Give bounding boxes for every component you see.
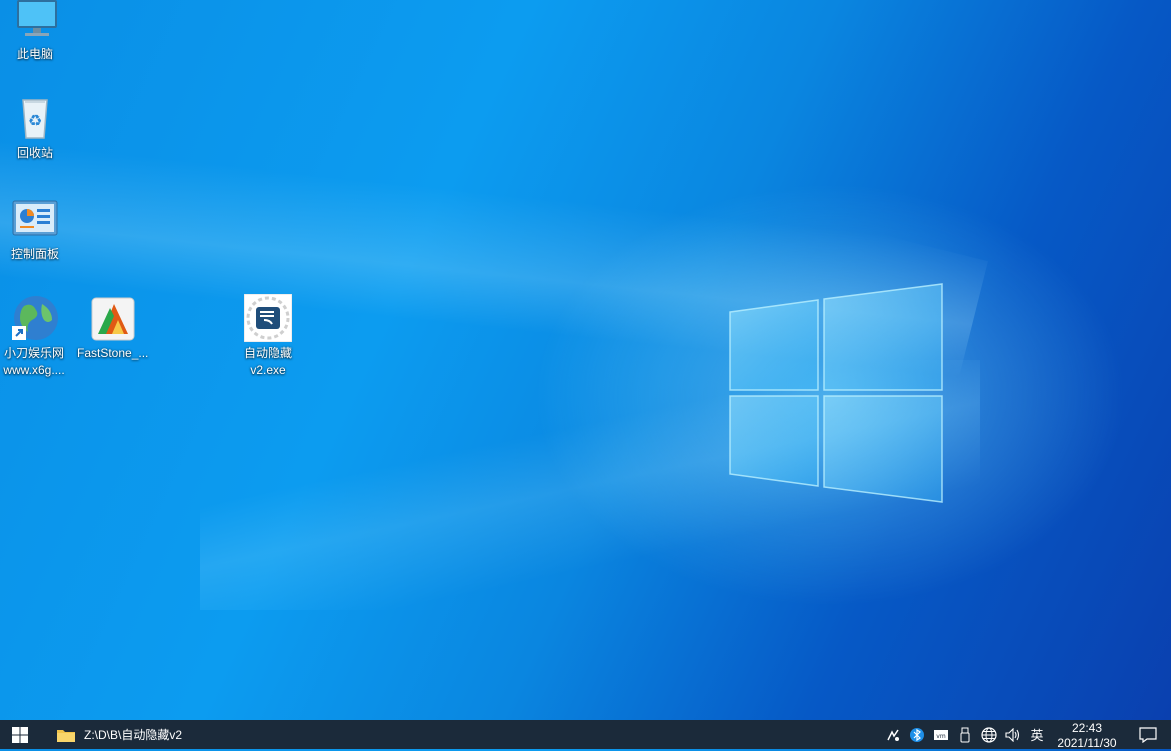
icon-label: 此电脑: [16, 47, 53, 61]
system-tray: vm 英 22:43 2021/11/30: [881, 720, 1171, 751]
tray-app-icon[interactable]: [881, 720, 905, 749]
windows-start-icon: [12, 726, 28, 743]
desktop-icon-control-panel[interactable]: 控制面板: [0, 195, 70, 263]
svg-text:♻: ♻: [28, 111, 42, 130]
clock-time: 22:43: [1071, 720, 1103, 735]
volume-icon[interactable]: [1001, 720, 1025, 749]
wallpaper-windows-logo: [729, 283, 943, 503]
start-button[interactable]: [0, 720, 40, 749]
taskbar-window-title: Z:\D\B\自动隐藏v2: [84, 728, 183, 742]
control-panel-icon: [11, 195, 59, 243]
clock[interactable]: 22:43 2021/11/30: [1049, 721, 1125, 751]
network-globe-icon[interactable]: [977, 720, 1001, 749]
exe-app-icon: [243, 293, 293, 343]
recycle-bin-icon: ♻: [11, 94, 59, 142]
action-center-button[interactable]: [1125, 720, 1171, 749]
notification-icon: [1139, 726, 1157, 743]
icon-label: 控制面板: [10, 247, 59, 261]
faststone-icon: [88, 294, 136, 342]
desktop-icon-x6g-shortcut[interactable]: 小刀娱乐网 www.x6g....: [0, 294, 69, 379]
desktop-icon-this-pc[interactable]: 此电脑: [0, 0, 70, 63]
folder-icon: [57, 729, 75, 742]
desktop-icon-faststone[interactable]: FastStone_...: [77, 294, 149, 362]
bluetooth-icon[interactable]: [905, 720, 929, 749]
desktop-icon-recycle-bin[interactable]: ♻ 回收站: [0, 94, 70, 162]
ime-indicator[interactable]: 英: [1025, 720, 1049, 749]
globe-shortcut-icon: [10, 294, 58, 342]
computer-icon: [11, 0, 59, 48]
usb-device-icon[interactable]: [953, 720, 977, 749]
taskbar: Z:\D\B\自动隐藏v2 vm 英 22:43 2021/11/30: [0, 720, 1171, 751]
icon-label: FastStone_...: [77, 346, 149, 360]
desktop-icon-auto-hide-exe[interactable]: 自动隐藏 v2.exe: [233, 293, 303, 379]
vm-tools-icon[interactable]: vm: [929, 720, 953, 749]
svg-text:vm: vm: [936, 733, 946, 740]
clock-date: 2021/11/30: [1057, 735, 1117, 750]
icon-label: 小刀娱乐网 www.x6g....: [3, 346, 65, 377]
icon-label: 回收站: [16, 146, 53, 160]
taskbar-window-explorer[interactable]: Z:\D\B\自动隐藏v2: [40, 720, 190, 749]
icon-label: 自动隐藏 v2.exe: [243, 346, 292, 377]
